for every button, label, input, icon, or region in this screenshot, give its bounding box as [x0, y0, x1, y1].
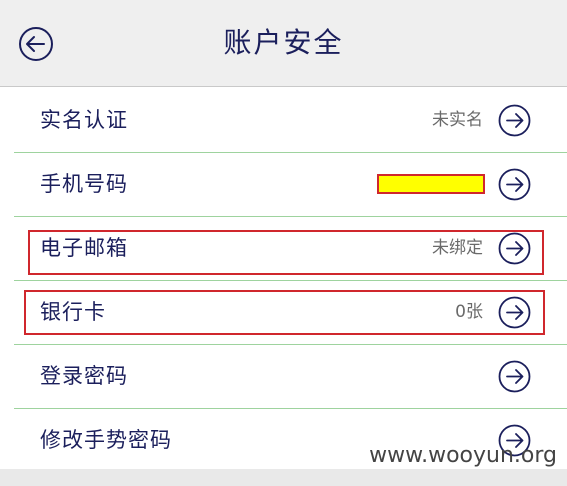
account-security-list: 实名认证 未实名 手机号码 电子邮箱 未绑定 银行卡 0张 登录密码 修改手势密…: [0, 87, 567, 469]
top-navigation-bar: 账户安全: [0, 0, 567, 87]
footer-strip: [0, 469, 567, 486]
list-item-label: 实名认证: [40, 108, 128, 132]
watermark: www.wooyun.org: [369, 443, 557, 468]
chevron-right-circle-icon: [498, 168, 531, 201]
verification-status: 未实名: [432, 110, 483, 130]
email-row-highlight-box: [28, 230, 544, 275]
list-item-real-name-verification[interactable]: 实名认证 未实名: [0, 89, 567, 152]
list-item-label: 修改手势密码: [40, 428, 172, 452]
chevron-right-circle-icon: [498, 360, 531, 393]
list-item-login-password[interactable]: 登录密码: [0, 345, 567, 408]
chevron-right-circle-icon: [498, 104, 531, 137]
phone-number-redaction: [377, 174, 485, 194]
bank-card-row-highlight-box: [24, 290, 545, 335]
page-title: 账户安全: [223, 26, 344, 59]
list-item-label: 登录密码: [40, 364, 128, 388]
list-item-label: 手机号码: [40, 172, 128, 196]
